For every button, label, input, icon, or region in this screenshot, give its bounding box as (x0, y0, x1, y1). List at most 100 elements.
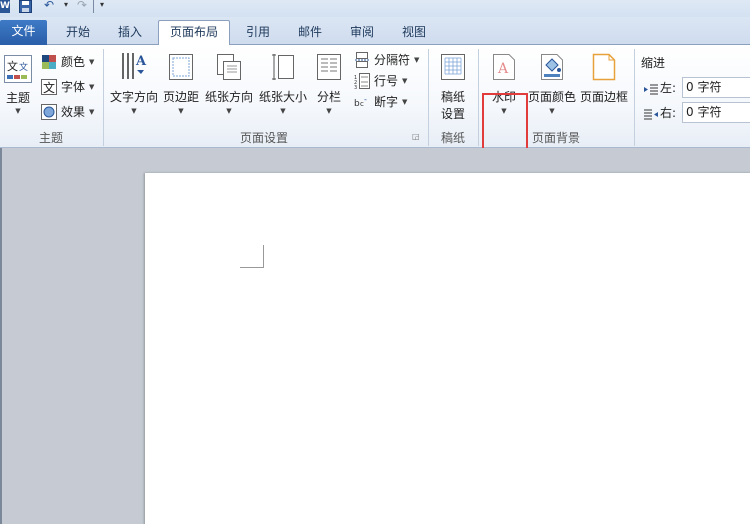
tab-insert[interactable]: 插入 (106, 21, 154, 45)
page-color-label: 页面颜色 (527, 90, 576, 104)
themes-label: 主题 (5, 91, 30, 105)
breaks-icon (354, 52, 370, 68)
undo-icon[interactable]: ↶ (44, 0, 56, 13)
undo-dropdown-icon[interactable]: ▾ (64, 0, 72, 13)
hyphenation-icon: bc- (354, 94, 370, 110)
orientation-button[interactable]: 纸张方向 ▼ (203, 51, 255, 123)
paint-bucket-icon (539, 53, 565, 81)
text-direction-label: 文字方向 (109, 90, 158, 104)
manuscript-grid-icon (440, 53, 466, 81)
indent-right-input[interactable]: 0 字符 (682, 102, 750, 123)
themes-icon: 文文 (4, 55, 32, 83)
orientation-label: 纸张方向 (204, 90, 253, 104)
line-numbers-dropdown-icon: ▼ (402, 77, 408, 85)
breaks-label: 分隔符 (374, 53, 411, 67)
indent-left-input[interactable]: 0 字符 (682, 77, 750, 98)
ribbon-page-layout: 文文 主题 ▼ 颜色 ▼ 文 字体 ▼ 效果 ▼ 主题 A 文字方向 ▼ 页边距… (0, 45, 750, 173)
columns-icon (316, 53, 342, 81)
ribbon-tab-bar: 文件 开始 插入 页面布局 引用 邮件 审阅 视图 (0, 17, 750, 45)
orientation-icon (216, 53, 242, 81)
indent-left-label-row: 左: (644, 78, 682, 98)
paper-size-icon (270, 53, 296, 81)
save-icon[interactable] (19, 0, 32, 13)
breaks-button[interactable]: 分隔符 ▼ (354, 50, 426, 70)
document-page[interactable] (145, 173, 750, 524)
colors-dropdown-icon: ▼ (89, 58, 95, 66)
indent-right-label-row: 右: (644, 103, 682, 123)
margins-button[interactable]: 页边距 ▼ (161, 51, 201, 123)
margins-label: 页边距 (162, 90, 199, 104)
indent-right-label: 右: (660, 106, 677, 120)
redo-icon[interactable]: ↷ (77, 0, 89, 13)
theme-effects-label: 效果 (61, 105, 86, 119)
font-icon: 文 (41, 79, 57, 95)
manuscript-label-line1: 稿纸 (440, 90, 465, 104)
quick-access-toolbar: W ↶ ▾ ↷ ▾ (0, 0, 750, 17)
margins-icon (168, 53, 194, 81)
columns-dropdown-icon: ▼ (326, 107, 332, 115)
indent-right-icon (644, 107, 658, 120)
svg-text:文: 文 (19, 61, 28, 73)
svg-text:3: 3 (354, 85, 357, 89)
page-color-button[interactable]: 页面颜色 ▼ (527, 51, 577, 123)
tab-references[interactable]: 引用 (234, 21, 282, 45)
group-separator (634, 49, 635, 146)
tab-page-layout[interactable]: 页面布局 (158, 20, 230, 45)
themes-dropdown-icon: ▼ (15, 107, 21, 115)
qat-separator (93, 0, 94, 13)
indent-title: 缩进 (641, 56, 666, 70)
text-margin-corner-mark (240, 245, 264, 268)
tab-view[interactable]: 视图 (390, 21, 438, 45)
page-borders-label: 页面边框 (579, 90, 628, 104)
breaks-dropdown-icon: ▼ (414, 56, 420, 64)
paper-size-button[interactable]: 纸张大小 ▼ (257, 51, 309, 123)
svg-text:文: 文 (43, 80, 55, 95)
tab-home[interactable]: 开始 (54, 21, 102, 45)
customize-qat-icon[interactable]: ▾ (100, 0, 108, 13)
word-app-icon[interactable]: W (0, 0, 10, 13)
group-label-manuscript: 稿纸 (440, 131, 465, 145)
columns-label: 分栏 (316, 90, 341, 104)
hyphenation-button[interactable]: bc- 断字 ▼ (354, 92, 414, 112)
themes-button[interactable]: 文文 主题 ▼ (2, 53, 34, 123)
page-borders-icon (591, 53, 617, 81)
group-label-themes: 主题 (38, 131, 63, 145)
theme-colors-button[interactable]: 颜色 ▼ (41, 52, 101, 72)
columns-button[interactable]: 分栏 ▼ (312, 51, 346, 123)
hyphenation-dropdown-icon: ▼ (402, 98, 408, 106)
page-borders-button[interactable]: 页面边框 (579, 51, 629, 123)
svg-text:文: 文 (7, 59, 18, 73)
line-numbers-label: 行号 (374, 74, 399, 88)
page-setup-dialog-launcher-icon[interactable]: ◲ (412, 133, 420, 141)
text-direction-button[interactable]: A 文字方向 ▼ (108, 51, 160, 123)
orientation-dropdown-icon: ▼ (226, 107, 232, 115)
indent-left-label: 左: (660, 81, 677, 95)
effects-icon (41, 104, 57, 120)
indent-left-icon (644, 82, 658, 95)
hyphenation-label: 断字 (374, 95, 399, 109)
tab-review[interactable]: 审阅 (338, 21, 386, 45)
fonts-dropdown-icon: ▼ (89, 83, 95, 91)
text-direction-icon: A (120, 51, 148, 81)
theme-effects-button[interactable]: 效果 ▼ (41, 102, 101, 122)
margins-dropdown-icon: ▼ (178, 107, 184, 115)
effects-dropdown-icon: ▼ (89, 108, 95, 116)
svg-text:A: A (135, 54, 147, 69)
svg-text:A: A (497, 61, 509, 77)
tab-file[interactable]: 文件 (0, 20, 47, 45)
watermark-icon: A (491, 53, 517, 81)
paper-size-dropdown-icon: ▼ (280, 107, 286, 115)
svg-text:-: - (364, 95, 367, 104)
line-numbers-button[interactable]: 123 行号 ▼ (354, 71, 414, 91)
group-label-page-setup: 页面设置 (239, 131, 288, 145)
manuscript-settings-button[interactable]: 稿纸 设置 (434, 51, 472, 127)
group-label-page-background: 页面背景 (531, 131, 580, 145)
manuscript-label-line2: 设置 (440, 107, 465, 121)
tab-mailings[interactable]: 邮件 (286, 21, 334, 45)
theme-fonts-label: 字体 (61, 80, 86, 94)
theme-fonts-button[interactable]: 文 字体 ▼ (41, 77, 101, 97)
palette-icon (41, 54, 57, 70)
page-color-dropdown-icon: ▼ (549, 107, 555, 115)
paper-size-label: 纸张大小 (258, 90, 307, 104)
theme-colors-label: 颜色 (61, 55, 86, 69)
